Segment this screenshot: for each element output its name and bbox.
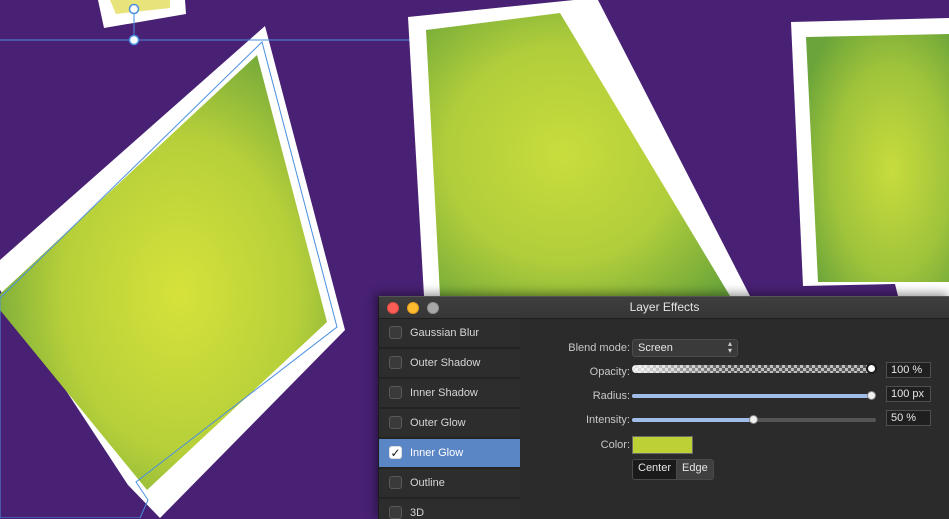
opacity-label: Opacity: — [589, 366, 630, 378]
intensity-label: Intensity: — [585, 414, 630, 426]
radius-field[interactable]: 100 px — [886, 386, 931, 402]
effect-label: Inner Shadow — [410, 387, 478, 399]
opacity-slider-track[interactable] — [632, 365, 872, 373]
color-label: Color: — [600, 439, 630, 451]
panel-title: Layer Effects — [629, 300, 700, 314]
glow-source-toggle: Center Edge — [632, 459, 714, 480]
effect-label: Outer Glow — [410, 417, 466, 429]
effect-item-3d[interactable]: 3D — [379, 499, 520, 519]
blend-mode-label: Blend mode: — [568, 342, 630, 354]
effect-label: Outline — [410, 477, 445, 489]
checkmark-icon[interactable]: ✓ — [389, 446, 402, 459]
photo-right[interactable] — [791, 18, 949, 296]
effect-item-outline[interactable]: Outline — [379, 469, 520, 498]
intensity-field[interactable]: 50 % — [886, 410, 931, 426]
effect-item-inner-glow[interactable]: ✓ Inner Glow — [379, 439, 520, 468]
selection-handle-top[interactable] — [128, 3, 140, 15]
selection-handle-left[interactable] — [128, 34, 140, 46]
photo-middle[interactable] — [408, 0, 750, 296]
opacity-slider-thumb[interactable] — [866, 363, 877, 374]
checkbox-icon[interactable] — [389, 476, 402, 489]
checkbox-icon[interactable] — [389, 386, 402, 399]
effect-label: Outer Shadow — [410, 357, 481, 369]
checkbox-icon[interactable] — [389, 416, 402, 429]
checkbox-icon[interactable] — [389, 326, 402, 339]
intensity-slider-thumb[interactable] — [749, 415, 758, 424]
center-button[interactable]: Center — [633, 460, 677, 479]
effect-label: Gaussian Blur — [410, 327, 480, 339]
checkbox-icon[interactable] — [389, 356, 402, 369]
radius-label: Radius: — [592, 390, 630, 402]
blend-mode-select[interactable]: Screen ▴ ▾ — [632, 339, 738, 357]
color-swatch[interactable] — [632, 436, 693, 454]
radius-slider-thumb[interactable] — [867, 391, 876, 400]
panel-titlebar[interactable]: Layer Effects — [379, 297, 949, 319]
effect-item-inner-shadow[interactable]: Inner Shadow — [379, 379, 520, 408]
edge-button[interactable]: Edge — [676, 460, 713, 479]
opacity-field[interactable]: 100 % — [886, 362, 931, 378]
effect-settings: Blend mode: Screen ▴ ▾ Opacity: 100 % Rad… — [520, 319, 949, 519]
photo-left-tilted[interactable] — [0, 26, 345, 518]
updown-arrows-icon: ▴ ▾ — [727, 339, 732, 355]
checkbox-icon[interactable] — [389, 506, 402, 519]
effect-item-outer-shadow[interactable]: Outer Shadow — [379, 349, 520, 378]
radius-slider-track[interactable] — [632, 394, 872, 398]
effect-item-gaussian-blur[interactable]: Gaussian Blur — [379, 319, 520, 348]
effects-list: Gaussian Blur Outer Shadow Inner Shadow … — [379, 319, 520, 519]
photo-top-partial[interactable] — [98, 0, 186, 28]
effect-label: 3D — [410, 507, 425, 519]
effect-label: Inner Glow — [410, 447, 464, 459]
effect-item-outer-glow[interactable]: Outer Glow — [379, 409, 520, 438]
blend-mode-value: Screen — [638, 342, 673, 354]
layer-effects-panel: Layer Effects Gaussian Blur Outer Shadow… — [378, 296, 949, 519]
